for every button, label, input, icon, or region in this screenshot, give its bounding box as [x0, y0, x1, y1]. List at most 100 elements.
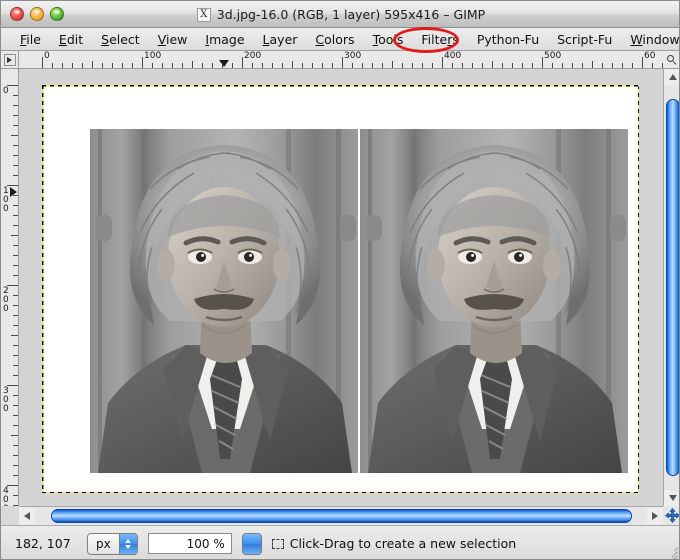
menu-item-python-fu[interactable]: Python-Fu [468, 30, 548, 49]
ruler-tick [292, 61, 293, 68]
minimize-window-button[interactable] [30, 7, 44, 21]
ruler-tick [13, 455, 18, 456]
ruler-tick [242, 57, 243, 68]
ruler-label: 400 [444, 51, 462, 61]
menu-item-filters[interactable]: Filters [412, 30, 467, 49]
image-canvas[interactable] [19, 69, 663, 506]
ruler-tick [112, 63, 113, 68]
menu-expander-icon[interactable] [3, 53, 16, 66]
ruler-tick [13, 345, 18, 346]
horizontal-position-marker [219, 60, 229, 67]
close-window-button[interactable] [10, 7, 24, 21]
ruler-tick [82, 63, 83, 68]
zoom-image-button[interactable] [663, 51, 679, 69]
vertical-scrollbar-thumb[interactable] [666, 99, 679, 476]
ruler-tick [532, 63, 533, 68]
ruler-tick [362, 63, 363, 68]
ruler-tick [13, 475, 18, 476]
ruler-tick [352, 63, 353, 68]
scroll-right-button[interactable] [647, 507, 663, 525]
navigation-preview-button[interactable] [663, 506, 679, 525]
menu-item-file[interactable]: File [11, 30, 50, 49]
ruler-tick [11, 435, 18, 436]
ruler-tick [152, 63, 153, 68]
ruler-tick [102, 63, 103, 68]
ruler-label: 400 [3, 486, 9, 507]
ruler-tick [13, 165, 18, 166]
unit-selector[interactable]: px [87, 532, 138, 555]
ruler-label: 100 [3, 186, 9, 214]
ruler-tick [522, 63, 523, 68]
application-icon: X [196, 7, 211, 22]
horizontal-scrollbar-thumb[interactable] [51, 509, 632, 523]
menu-item-tools[interactable]: Tools [364, 30, 413, 49]
scroll-left-button[interactable] [19, 507, 35, 525]
ruler-tick [422, 63, 423, 68]
ruler-label: 300 [344, 51, 362, 61]
ruler-tick [13, 215, 18, 216]
ruler-tick [602, 63, 603, 68]
ruler-tick [262, 63, 263, 68]
menu-item-layer[interactable]: Layer [254, 30, 307, 49]
title-bar[interactable]: X 3d.jpg-16.0 (RGB, 1 layer) 595x416 – G… [1, 1, 679, 28]
ruler-tick [572, 63, 573, 68]
move-arrows-icon [664, 508, 679, 523]
ruler-tick [132, 63, 133, 68]
ruler-tick [382, 63, 383, 68]
menu-item-colors[interactable]: Colors [306, 30, 363, 49]
ruler-tick [492, 61, 493, 68]
menu-item-edit[interactable]: Edit [50, 30, 92, 49]
ruler-tick [542, 57, 543, 68]
ruler-tick [612, 63, 613, 68]
ruler-tick [13, 195, 18, 196]
scroll-up-button[interactable] [664, 69, 679, 85]
menu-item-image[interactable]: Image [196, 30, 253, 49]
ruler-tick [172, 63, 173, 68]
vertical-ruler[interactable]: 0 100 200 300 400 [1, 69, 19, 506]
maximize-window-button[interactable] [50, 7, 64, 21]
status-hint: Click-Drag to create a new selection [271, 536, 517, 551]
zoom-input[interactable]: 100 % [147, 533, 232, 554]
ruler-tick [252, 63, 253, 68]
status-hint-text: Click-Drag to create a new selection [289, 536, 517, 551]
ruler-tick [13, 95, 18, 96]
ruler-tick [632, 63, 633, 68]
ruler-tick [332, 63, 333, 68]
ruler-tick [552, 63, 553, 68]
horizontal-scrollbar[interactable] [19, 506, 663, 525]
magnifier-icon [667, 54, 677, 65]
ruler-tick [622, 63, 623, 68]
ruler-tick [652, 63, 653, 68]
ruler-tick [312, 63, 313, 68]
menu-item-script-fu[interactable]: Script-Fu [548, 30, 621, 49]
title-center: X 3d.jpg-16.0 (RGB, 1 layer) 595x416 – G… [1, 1, 679, 28]
ruler-tick [13, 205, 18, 206]
menu-item-view[interactable]: View [149, 30, 197, 49]
scroll-down-button[interactable] [664, 490, 679, 506]
ruler-tick [372, 63, 373, 68]
stepper-up-icon [125, 538, 132, 543]
ruler-tick [642, 57, 643, 68]
resize-grip[interactable] [665, 545, 678, 559]
ruler-tick [13, 405, 18, 406]
ruler-tick [13, 255, 18, 256]
vertical-scrollbar[interactable] [663, 69, 679, 506]
ruler-label: 0 [3, 86, 9, 96]
portrait-photo-right-graphic [360, 129, 628, 473]
ruler-tick [11, 335, 18, 336]
cursor-position-label: 182, 107 [15, 536, 71, 551]
unit-stepper[interactable] [118, 533, 137, 554]
ruler-tick [52, 63, 53, 68]
ruler-tick [11, 135, 18, 136]
ruler-corner-button[interactable] [1, 51, 19, 69]
zoom-stepper[interactable] [241, 532, 262, 555]
ruler-tick [13, 495, 18, 496]
ruler-tick [282, 63, 283, 68]
portrait-photo-left [90, 129, 358, 473]
horizontal-ruler[interactable]: 0 100 200 300 400 500 60 [19, 51, 663, 69]
menu-item-select[interactable]: Select [92, 30, 149, 49]
menu-item-windows[interactable]: Windows [621, 30, 679, 49]
menu-bar: File Edit Select View Image Layer Colors… [1, 28, 679, 51]
ruler-tick [92, 61, 93, 68]
ruler-tick [162, 63, 163, 68]
